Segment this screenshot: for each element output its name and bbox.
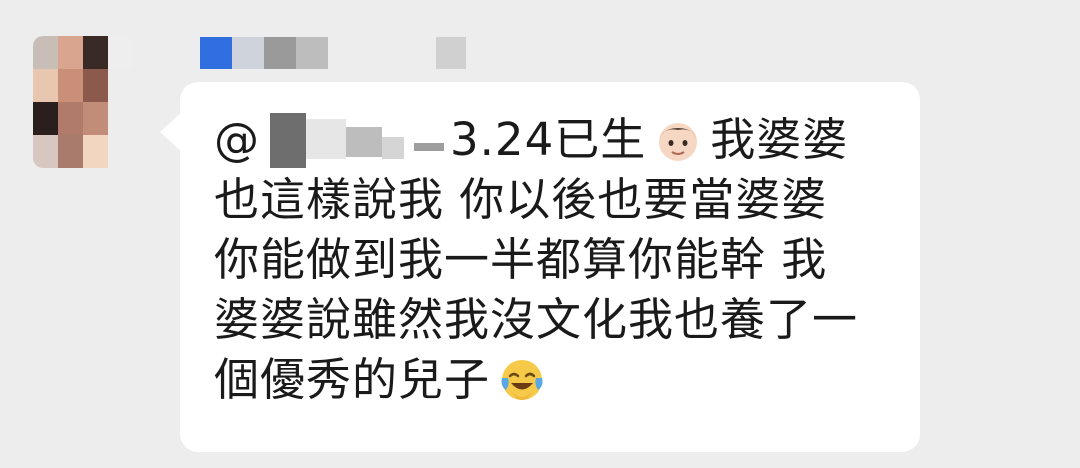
message-text: @ 3.24已生 我婆婆 也這樣說我 你以後也要當婆婆 你能做到我一半都算你能幹… — [214, 110, 904, 410]
face-with-tears-of-joy-emoji — [501, 360, 543, 400]
message-line-2: 也這樣說我 你以後也要當婆婆 — [214, 170, 904, 230]
message-line-1-tail: 我婆婆 — [710, 113, 849, 166]
bubble-tail — [160, 112, 182, 152]
mention-redacted — [264, 112, 444, 168]
message-line-1-text: 3.24已生 — [450, 113, 647, 166]
sender-avatar[interactable] — [33, 36, 133, 168]
message-line-4-text: 婆婆說雖然我沒文化我也養了一 — [214, 293, 859, 346]
sender-name-redacted — [200, 37, 480, 69]
message-line-3: 你能做到我一半都算你能幹 我 — [214, 230, 904, 290]
message-line-5: 個優秀的兒子 — [214, 350, 904, 410]
message-line-3-text: 你能做到我一半都算你能幹 我 — [214, 233, 828, 286]
message-line-5-text: 個優秀的兒子 — [214, 353, 491, 406]
message-line-1: @ 3.24已生 我婆婆 — [214, 110, 904, 170]
message-line-4: 婆婆說雖然我沒文化我也養了一 — [214, 290, 904, 350]
mention-prefix: @ — [214, 113, 260, 166]
message-line-2-text: 也這樣說我 你以後也要當婆婆 — [214, 173, 828, 226]
boy-light-skin-tone-emoji — [659, 123, 698, 161]
